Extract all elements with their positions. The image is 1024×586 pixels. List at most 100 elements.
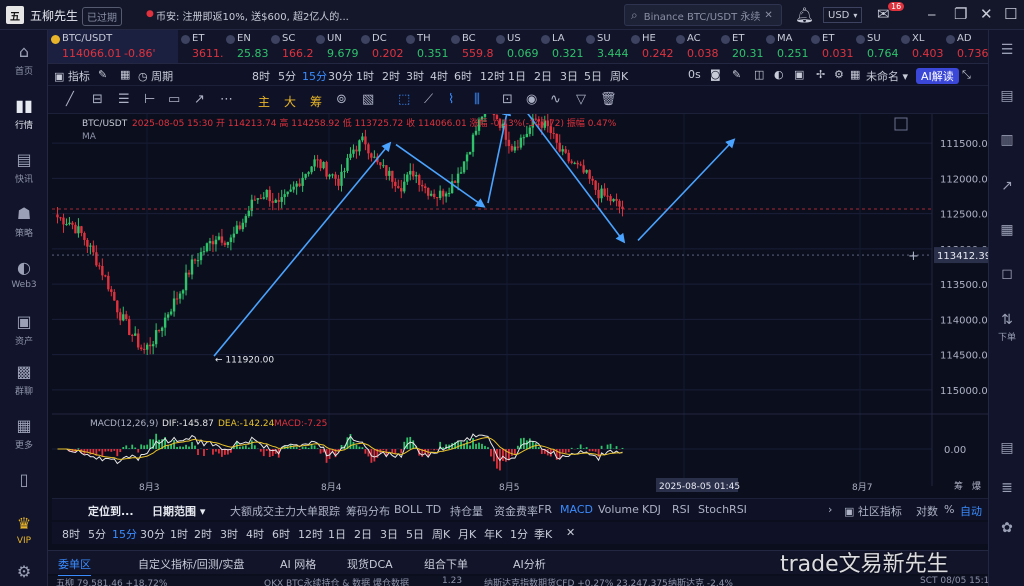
- maximize-icon[interactable]: ☐: [1004, 5, 1017, 23]
- ticker-item[interactable]: SC 166.2: [268, 30, 313, 63]
- indicator-option[interactable]: FR: [538, 503, 552, 516]
- timeframe-option[interactable]: 5分: [88, 526, 106, 542]
- list-icon[interactable]: ≣: [989, 480, 1024, 496]
- ticker-item[interactable]: MA 0.251: [763, 30, 808, 63]
- camera-icon[interactable]: ◙: [710, 68, 721, 81]
- search-input[interactable]: Binance BTC/USDT 永续: [644, 8, 761, 23]
- sidebar-item-strategy[interactable]: ☗ 策略: [0, 204, 48, 239]
- add-line-icon[interactable]: +: [908, 249, 919, 264]
- timeframe-option[interactable]: 1分: [510, 526, 528, 542]
- auto-scale-toggle[interactable]: 自动: [960, 503, 982, 519]
- ray-tool-icon[interactable]: ⊢: [144, 92, 155, 107]
- timeframe-option[interactable]: 月K: [458, 526, 476, 542]
- multi-chart-icon[interactable]: ▣: [794, 68, 804, 81]
- notes-icon[interactable]: ▤: [989, 440, 1024, 456]
- ai-interpret-button[interactable]: AI解读: [916, 68, 959, 84]
- timeframe-option[interactable]: 30分: [328, 68, 353, 84]
- indicator-option[interactable]: RSI: [672, 503, 690, 516]
- timeframe-option[interactable]: 4时: [246, 526, 264, 542]
- timeframe-option[interactable]: 5日: [406, 526, 424, 542]
- magnet-icon[interactable]: ⌇: [448, 92, 454, 107]
- timeframe-option[interactable]: 15分: [112, 526, 137, 542]
- sidebar-item-home[interactable]: ⌂ 首页: [0, 42, 48, 77]
- indicator-option[interactable]: StochRSI: [698, 503, 747, 516]
- timeframe-option[interactable]: 6时: [454, 68, 472, 84]
- share-icon[interactable]: ⤡: [962, 68, 971, 82]
- bars-icon[interactable]: ⫼: [474, 92, 480, 107]
- locate-button[interactable]: 定位到...: [88, 503, 134, 519]
- edit-icon[interactable]: ✎: [732, 68, 741, 81]
- indicator-option[interactable]: 大额成交: [230, 503, 274, 519]
- bottom-tab[interactable]: 现货DCA: [347, 556, 393, 572]
- order-button[interactable]: ⇅ 下单: [989, 312, 1024, 344]
- bottom-tab[interactable]: 组合下单: [424, 556, 468, 572]
- search-box[interactable]: ⌕ Binance BTC/USDT 永续 ✕: [624, 4, 782, 26]
- timeframe-option[interactable]: 3时: [220, 526, 238, 542]
- bottom-tab[interactable]: 委单区: [58, 556, 91, 577]
- ticker-item[interactable]: BC 559.8: [448, 30, 493, 63]
- timeframe-option[interactable]: 2日: [534, 68, 552, 84]
- bottom-ticker-item[interactable]: 纳斯达克指数期货CFD +0.27% 23,247.375: [484, 576, 668, 586]
- timeframe-option[interactable]: 季K: [534, 526, 552, 542]
- timeframe-option[interactable]: 2时: [194, 526, 212, 542]
- timeframe-option[interactable]: 3时: [406, 68, 424, 84]
- bottom-ticker-item[interactable]: OKX BTC永续持仓 & 数据 爆仓数据: [264, 576, 409, 586]
- select-tool-icon[interactable]: ⬚: [398, 92, 410, 107]
- close-timeframes-icon[interactable]: ✕: [566, 526, 575, 539]
- timeframe-option[interactable]: 1日: [328, 526, 346, 542]
- news-ticker-text[interactable]: 币安: 注册即返10%, 送$600, 超2亿人的...: [156, 8, 349, 23]
- chat-bubble-icon[interactable]: ◻: [989, 266, 1024, 282]
- indicator-option[interactable]: 筹码分布: [346, 503, 390, 519]
- trend-icon[interactable]: ↗: [989, 178, 1024, 194]
- eye-icon[interactable]: ◉: [526, 92, 537, 107]
- timeframe-option[interactable]: 1时: [356, 68, 374, 84]
- indicator-option[interactable]: 持仓量: [450, 503, 483, 519]
- timeframe-option[interactable]: 12时: [480, 68, 505, 84]
- ticker-item[interactable]: SU 0.764: [853, 30, 898, 63]
- lock-icon[interactable]: ⊡: [502, 92, 513, 107]
- ticker-item[interactable]: ET 20.31: [718, 30, 763, 63]
- ticker-item[interactable]: ET 3611.: [178, 30, 223, 63]
- layout-icon[interactable]: ☰: [989, 42, 1024, 58]
- date-range-button[interactable]: 日期范围 ▾: [152, 503, 205, 519]
- timeframe-option[interactable]: 周K: [610, 68, 628, 84]
- indicator-option[interactable]: KDJ: [642, 503, 661, 516]
- document-icon[interactable]: ▤: [989, 88, 1024, 104]
- split-icon[interactable]: ◫: [754, 68, 764, 81]
- ticker-item[interactable]: HE 0.242: [628, 30, 673, 63]
- bottom-tab[interactable]: 自定义指标/回测/实盘: [138, 556, 244, 572]
- layout-grid-icon[interactable]: ▦: [850, 68, 860, 81]
- sidebar-item-more[interactable]: ▦ 更多: [0, 416, 48, 451]
- gift-icon[interactable]: ✿: [989, 520, 1024, 536]
- minimize-icon[interactable]: ⎯: [928, 5, 936, 23]
- ticker-item[interactable]: BTC/USDT 114066.01 -0.86': [48, 30, 178, 63]
- timeframe-option[interactable]: 6时: [272, 526, 290, 542]
- search-clear-icon[interactable]: ✕: [764, 10, 772, 21]
- period-button[interactable]: ◷ 周期: [138, 68, 173, 84]
- sidebar-item-assets[interactable]: ▣ 资产: [0, 312, 48, 347]
- indicator-option[interactable]: 资金费率: [494, 503, 538, 519]
- timeframe-option[interactable]: 5日: [584, 68, 602, 84]
- dollar-icon[interactable]: ⊚: [336, 92, 347, 107]
- chip-toggle[interactable]: 筹: [310, 93, 322, 110]
- wave-icon[interactable]: ∿: [550, 92, 561, 107]
- sidebar-item-news[interactable]: ▤ 快讯: [0, 150, 48, 185]
- theme-icon[interactable]: ◐: [774, 68, 784, 81]
- bottom-ticker-item[interactable]: 1.23: [442, 576, 462, 586]
- sidebar-item-chat[interactable]: ▩ 群聊: [0, 362, 48, 397]
- timeframe-option[interactable]: 15分: [302, 68, 327, 84]
- timeframe-option[interactable]: 2时: [382, 68, 400, 84]
- more-tools-icon[interactable]: ⋯: [220, 92, 233, 107]
- bottom-tab[interactable]: AI分析: [513, 556, 546, 572]
- price-chart[interactable]: 115000.00114500.00114000.00113500.001130…: [52, 114, 988, 494]
- timeframe-option[interactable]: 8时: [252, 68, 270, 84]
- ticker-item[interactable]: UN 9.679: [313, 30, 358, 63]
- timeframe-option[interactable]: 12时: [298, 526, 323, 542]
- bell-icon[interactable]: 🔔︎: [795, 6, 814, 24]
- timeframe-option[interactable]: 5分: [278, 68, 296, 84]
- timeframe-option[interactable]: 4时: [430, 68, 448, 84]
- big-toggle[interactable]: 大: [284, 93, 296, 110]
- trendline-tool-icon[interactable]: ╱: [66, 92, 74, 107]
- timeframe-option[interactable]: 年K: [484, 526, 502, 542]
- percent-scale-toggle[interactable]: %: [944, 503, 954, 516]
